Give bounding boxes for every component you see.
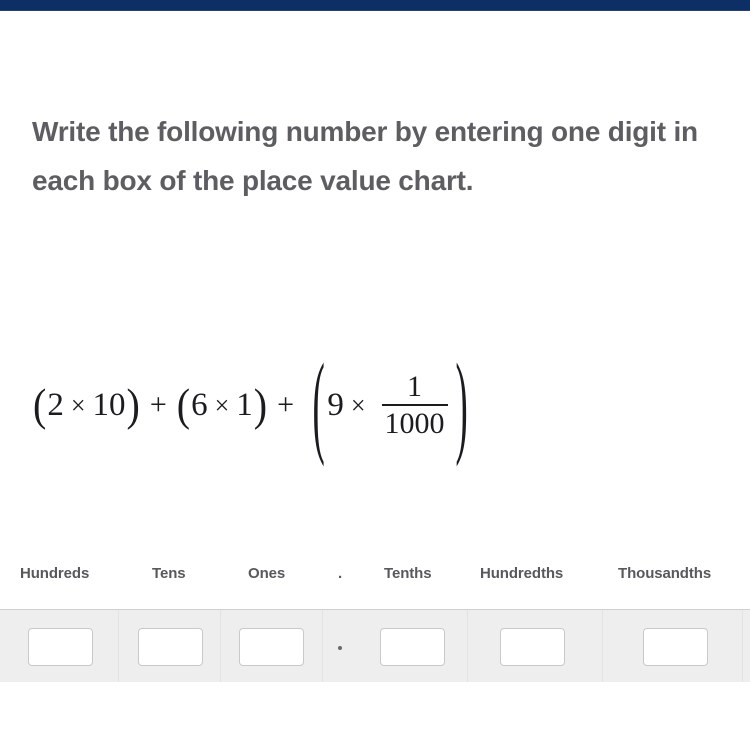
column-divider (467, 610, 468, 682)
digit-input-thousandths[interactable] (643, 628, 708, 666)
close-paren-2: ) (253, 378, 268, 431)
fraction-group: ( 9 × 1 1000 ) (310, 347, 470, 461)
column-divider (118, 610, 119, 682)
place-value-header-tenths: Tenths (384, 565, 432, 582)
digit-input-hundreds[interactable] (28, 628, 93, 666)
plus-symbol-1: + (149, 388, 167, 421)
place-value-header-thousandths: Thousandths (618, 565, 712, 582)
times-symbol-3: × (350, 391, 366, 420)
open-paren-3: ( (312, 339, 325, 468)
place-value-headers: Hundreds Tens Ones. Tenths Hundredths Thousan… (0, 565, 750, 595)
digit-input-tenths[interactable] (380, 628, 445, 666)
digit-input-tens[interactable] (138, 628, 203, 666)
column-divider (322, 610, 323, 682)
place-value-input-row (0, 609, 750, 682)
question-prompt: Write the following number by entering o… (32, 116, 706, 196)
factor-1: 2 (47, 386, 64, 423)
column-divider (602, 610, 603, 682)
close-paren-3: ) (455, 339, 468, 468)
value-1: 10 (92, 386, 126, 423)
place-value-header-hundredths: Hundredths (480, 565, 564, 582)
value-2: 1 (236, 386, 253, 423)
place-value-header-tens: Tens (152, 565, 186, 582)
times-symbol-1: × (70, 391, 86, 420)
math-expression: ( 2 × 10 ) + ( 6 × 1 ) + ( 9 × 1 1000 ) (32, 347, 470, 461)
place-value-header-ones: Ones (248, 565, 286, 582)
top-navy-bar (0, 0, 750, 11)
digit-input-ones[interactable] (239, 628, 304, 666)
close-paren-1: ) (126, 378, 140, 431)
open-paren-1: ( (33, 378, 47, 431)
fraction: 1 1000 (381, 369, 448, 441)
place-value-header-: . (338, 565, 343, 582)
digit-input-hundredths[interactable] (500, 628, 565, 666)
fraction-numerator: 1 (407, 369, 422, 403)
column-divider (220, 610, 221, 682)
factor-2: 6 (191, 386, 208, 423)
place-value-header-hundreds: Hundreds (20, 565, 90, 582)
question-page: Write the following number by entering o… (0, 0, 750, 750)
column-divider (742, 610, 743, 682)
plus-symbol-2: + (277, 388, 294, 421)
fraction-denominator: 1000 (384, 406, 445, 440)
factor-3: 9 (327, 386, 344, 423)
times-symbol-2: × (214, 391, 230, 420)
decimal-point-marker (338, 646, 342, 650)
open-paren-2: ( (176, 378, 191, 431)
